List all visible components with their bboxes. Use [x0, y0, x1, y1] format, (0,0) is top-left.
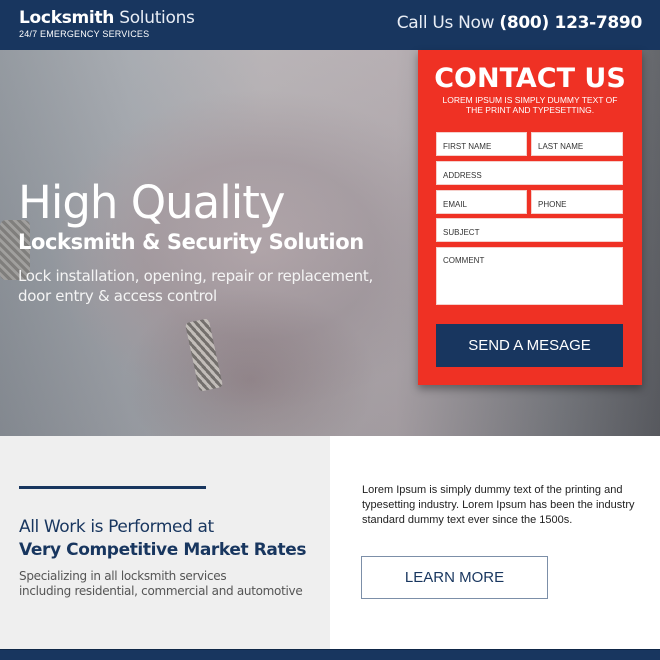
learn-more-button[interactable]: LEARN MORE — [361, 556, 548, 599]
first-name-input[interactable]: FIRST NAME — [436, 132, 527, 156]
rates-description: Specializing in all locksmith services i… — [19, 569, 303, 599]
hero-title: High Quality — [18, 176, 286, 229]
address-input[interactable]: ADDRESS — [436, 161, 623, 185]
rates-description-line1: Specializing in all locksmith services — [19, 569, 227, 583]
contact-form-title: CONTACT US — [434, 63, 626, 94]
info-paragraph: Lorem Ipsum is simply dummy text of the … — [362, 484, 635, 526]
rates-description-line2: including residential, commercial and au… — [19, 584, 303, 598]
contact-form-subtitle: LOREM IPSUM IS SIMPLY DUMMY TEXT OF THE … — [442, 95, 618, 115]
rates-heading-line1: All Work is Performed at — [19, 517, 214, 537]
brand-tagline: 24/7 EMERGENCY SERVICES — [19, 29, 150, 39]
email-input[interactable]: EMAIL — [436, 190, 527, 214]
rates-section: All Work is Performed at Very Competitiv… — [0, 436, 330, 649]
last-name-input[interactable]: LAST NAME — [531, 132, 623, 156]
brand-logo[interactable]: Locksmith Solutions 24/7 EMERGENCY SERVI… — [19, 8, 195, 39]
info-section: Lorem Ipsum is simply dummy text of the … — [330, 436, 660, 649]
hero-subtitle: Locksmith & Security Solution — [18, 230, 364, 254]
subject-input[interactable]: SUBJECT — [436, 218, 623, 242]
hero-description: Lock installation, opening, repair or re… — [18, 266, 373, 306]
comment-textarea[interactable]: COMMENT — [436, 247, 623, 305]
contact-form: CONTACT US LOREM IPSUM IS SIMPLY DUMMY T… — [418, 50, 642, 385]
send-message-button[interactable]: SEND A MESAGE — [436, 324, 623, 367]
rates-heading-line2: Very Competitive Market Rates — [19, 540, 307, 560]
footer-bar — [0, 649, 660, 660]
hero-description-line2: door entry & access control — [18, 287, 217, 305]
phone-number-link[interactable]: (800) 123-7890 — [499, 13, 642, 33]
hero-description-line1: Lock installation, opening, repair or re… — [18, 267, 373, 285]
section-divider — [19, 486, 206, 489]
brand-name-bold: Locksmith — [19, 8, 115, 28]
brand-name-light: Solutions — [119, 8, 195, 28]
call-us-banner: Call Us Now (800) 123-7890 — [396, 13, 643, 33]
call-us-label: Call Us Now — [396, 13, 495, 33]
brand-title: Locksmith Solutions — [19, 8, 195, 28]
phone-input[interactable]: PHONE — [531, 190, 623, 214]
hero-text-block: High Quality Locksmith & Security Soluti… — [18, 178, 373, 306]
top-header-bar: Locksmith Solutions 24/7 EMERGENCY SERVI… — [0, 0, 660, 50]
